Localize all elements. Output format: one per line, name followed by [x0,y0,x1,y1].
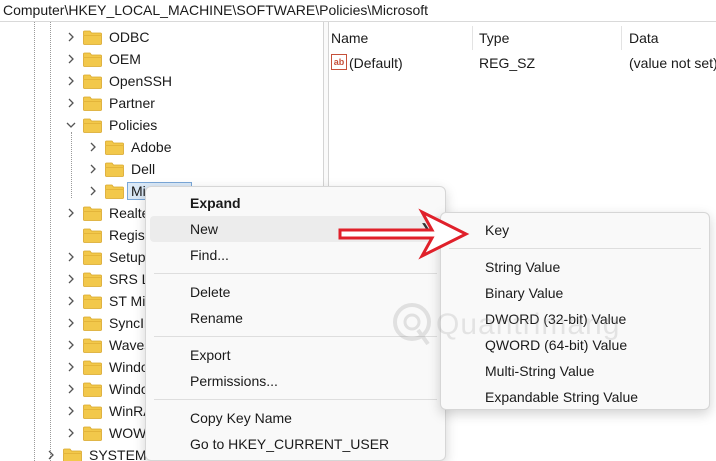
chevron-right-icon[interactable] [86,184,100,198]
chevron-right-icon[interactable] [64,52,78,66]
folder-icon [83,206,102,221]
tree-item-label: Dell [131,161,156,177]
chevron-right-icon[interactable] [64,206,78,220]
address-path: Computer\HKEY_LOCAL_MACHINE\SOFTWARE\Pol… [3,2,429,18]
submenu-item-multi-string-value[interactable]: Multi-String Value [441,358,709,384]
tree-item-label: OEM [109,51,141,67]
submenu-item-binary-value[interactable]: Binary Value [441,280,709,306]
tree-item[interactable]: Adobe [86,136,171,158]
ab-string-icon: ab [331,54,347,70]
menu-item-new[interactable]: New ❯ [150,216,441,242]
tree-guide-line [50,22,51,461]
chevron-right-icon[interactable] [64,426,78,440]
submenu-item-dword-value[interactable]: DWORD (32-bit) Value [441,306,709,332]
tree-item-label: OpenSSH [109,73,173,89]
chevron-down-icon[interactable] [64,118,78,132]
tree-item-label: Policies [109,117,158,133]
menu-separator [449,248,701,249]
menu-item-export[interactable]: Export [146,342,445,368]
chevron-right-icon[interactable] [64,382,78,396]
folder-icon [83,74,102,89]
new-submenu: Key String Value Binary Value DWORD (32-… [440,212,710,410]
value-type: REG_SZ [479,55,536,71]
tree-item[interactable]: Partner [64,92,155,114]
tree-item[interactable]: SYSTEM [44,444,147,461]
menu-item-new-label: New [190,221,219,237]
column-header-name[interactable]: Name [331,30,368,46]
folder-icon [83,338,102,353]
folder-icon [83,294,102,309]
chevron-right-icon[interactable] [64,338,78,352]
chevron-right-icon[interactable] [64,316,78,330]
folder-icon [105,140,124,155]
menu-item-find[interactable]: Find... [146,242,445,268]
submenu-item-key[interactable]: Key [441,217,709,243]
chevron-right-icon[interactable] [86,140,100,154]
folder-icon [83,360,102,375]
folder-icon [83,426,102,441]
chevron-right-icon[interactable] [64,360,78,374]
tree-item-label: Adobe [131,139,172,155]
folder-icon [83,316,102,331]
menu-item-delete[interactable]: Delete [146,279,445,305]
folder-icon [83,382,102,397]
folder-icon [83,30,102,45]
folder-icon [105,162,124,177]
tree-item[interactable]: Realtek [64,202,156,224]
column-separator[interactable] [621,26,622,50]
chevron-right-icon[interactable] [64,74,78,88]
context-menu: Expand New ❯ Find... Delete Rename Expor… [145,186,446,461]
chevron-right-icon[interactable] [64,250,78,264]
tree-guide-line [34,22,35,461]
address-bar[interactable]: Computer\HKEY_LOCAL_MACHINE\SOFTWARE\Pol… [0,0,716,22]
chevron-right-icon[interactable] [64,30,78,44]
menu-item-rename[interactable]: Rename [146,305,445,331]
tree-item[interactable]: ODBC [64,26,149,48]
chevron-right-icon[interactable] [64,404,78,418]
chevron-right-icon[interactable] [64,294,78,308]
folder-icon [83,118,102,133]
tree-item[interactable]: Setup [64,246,146,268]
submenu-item-expandable-string-value[interactable]: Expandable String Value [441,384,709,410]
tree-item[interactable]: Policies [64,114,157,136]
column-header-type[interactable]: Type [479,30,509,46]
tree-item[interactable]: Waves [64,334,151,356]
tree-item-label: Partner [109,95,155,111]
folder-icon [83,228,102,243]
tree-item-label: ODBC [109,29,150,45]
folder-icon [83,96,102,111]
value-data: (value not set) [629,55,716,71]
menu-separator [154,336,437,337]
submenu-item-qword-value[interactable]: QWORD (64-bit) Value [441,332,709,358]
menu-item-goto-hkcu[interactable]: Go to HKEY_CURRENT_USER [146,431,445,457]
folder-icon [83,52,102,67]
value-name: (Default) [349,55,403,71]
tree-guide-line [71,132,72,198]
folder-icon [83,250,102,265]
submenu-item-string-value[interactable]: String Value [441,254,709,280]
folder-icon [83,272,102,287]
chevron-right-icon[interactable] [64,96,78,110]
folder-icon [105,184,124,199]
menu-item-permissions[interactable]: Permissions... [146,368,445,394]
value-row[interactable]: ab (Default) REG_SZ (value not set) [329,53,716,73]
tree-item-label: SYSTEM [89,447,147,461]
chevron-right-icon[interactable] [86,162,100,176]
menu-item-expand[interactable]: Expand [146,190,445,216]
column-separator[interactable] [472,26,473,50]
folder-icon [63,448,82,461]
chevron-right-icon: ❯ [420,221,431,236]
menu-separator [154,399,437,400]
chevron-right-icon[interactable] [44,448,58,461]
tree-item[interactable]: OEM [64,48,141,70]
column-header-data[interactable]: Data [629,30,659,46]
tree-item[interactable]: Dell [86,158,155,180]
tree-item-label: Setup [109,249,146,265]
chevron-right-icon[interactable] [64,272,78,286]
menu-separator [154,273,437,274]
folder-icon [83,404,102,419]
tree-item[interactable]: OpenSSH [64,70,172,92]
menu-item-copy-key-name[interactable]: Copy Key Name [146,405,445,431]
